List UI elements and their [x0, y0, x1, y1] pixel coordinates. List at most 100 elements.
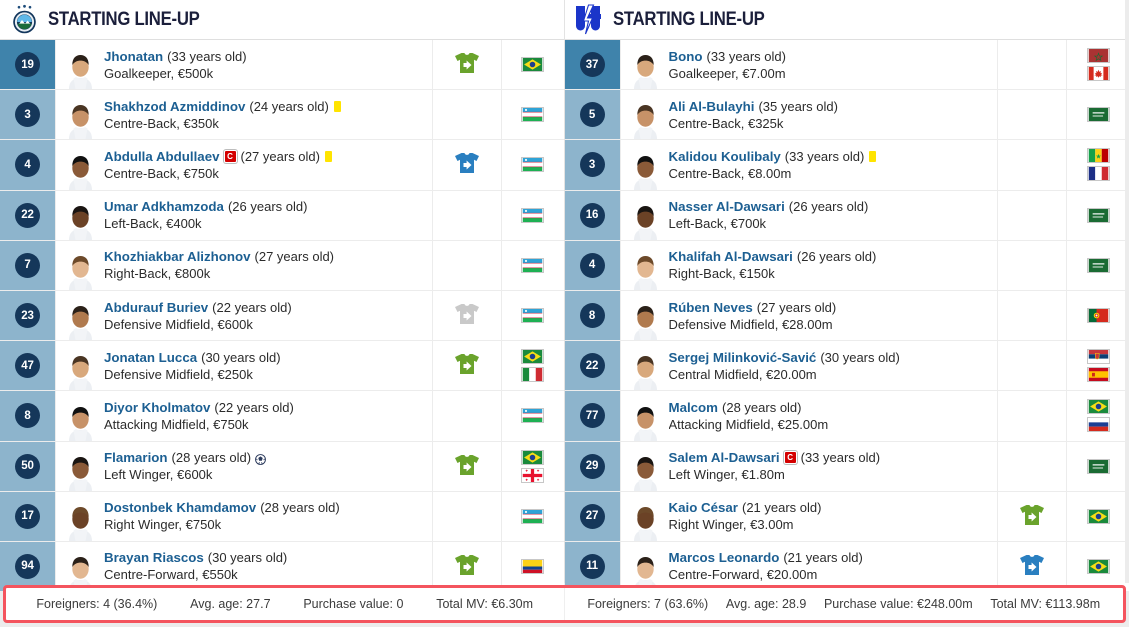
player-name-line: Kaio César (21 years old) — [669, 499, 827, 516]
player-name-link[interactable]: Kaio César — [669, 499, 738, 516]
goal-icon — [255, 452, 266, 466]
player-age: (21 years old) — [741, 500, 822, 516]
substitution-on-icon[interactable] — [454, 454, 480, 479]
player-row[interactable]: 17 Dostonbek Khamdamov (28 years old) Right… — [0, 491, 564, 542]
player-row[interactable]: 3 Shakhzod Azmiddinov (24 years old) Centre… — [0, 90, 564, 141]
player-name-link[interactable]: Abdulla Abdullaev — [104, 148, 220, 165]
home-avg-age: Avg. age: 27.7 — [190, 597, 271, 611]
player-info-cell: Jonatan Lucca (30 years old) Defensive Mid… — [55, 341, 432, 391]
player-info-cell: Kaio César (21 years old) Right Winger, €3… — [619, 491, 998, 541]
player-row[interactable]: 23 Abdurauf Buriev (22 years old) Defensive… — [0, 290, 564, 342]
player-name-link[interactable]: Nasser Al-Dawsari — [669, 198, 785, 215]
player-row[interactable]: 27 Kaio César (21 years old) Right Winger, … — [564, 491, 1129, 542]
flag-canada — [1086, 66, 1110, 82]
player-name-line: Jonatan Lucca (30 years old) — [104, 349, 281, 366]
player-name-link[interactable]: Salem Al-Dawsari — [669, 449, 780, 466]
player-row[interactable]: 22 Sergej Milinković-Savić (30 years old) C… — [564, 341, 1129, 392]
player-name-link[interactable]: Khozhiakbar Alizhonov — [104, 248, 251, 265]
player-name-link[interactable]: Sergej Milinković-Savić — [669, 349, 817, 366]
player-row[interactable]: 5 Ali Al-Bulayhi (35 years old) Centre-Back… — [564, 90, 1129, 141]
player-text: Diyor Kholmatov (22 years old) Attacking M… — [104, 399, 299, 433]
player-row[interactable]: 8 Rúben Neves (27 years old) Defensive Midf… — [564, 290, 1129, 342]
shirt-number-cell: 94 — [0, 541, 55, 592]
player-row[interactable]: 4 Abdulla Abdullaev C (27 years old) Centre-… — [0, 140, 564, 191]
substitution-off-icon[interactable] — [454, 152, 480, 177]
player-name-line: Abdurauf Buriev (22 years old) — [104, 299, 292, 316]
substitution-on-icon[interactable] — [454, 52, 480, 77]
player-portrait — [65, 445, 96, 491]
shirt-number-cell: 3 — [564, 140, 620, 190]
substitution-on-icon[interactable] — [1019, 504, 1045, 529]
player-row[interactable]: 11 Marcos Leonardo (21 years old) Centre-Fo… — [564, 541, 1129, 592]
player-text: Khalifah Al-Dawsari (26 years old) Right-B… — [669, 248, 877, 282]
player-row[interactable]: 19 Jhonatan (33 years old) Goalkeeper, €500… — [0, 40, 564, 91]
player-row[interactable]: 37 Bono (33 years old) Goalkeeper, €7.00m — [564, 40, 1129, 91]
player-text: Salem Al-Dawsari C (33 years old) Left Wing… — [669, 449, 881, 483]
substitution-disabled-icon[interactable] — [454, 303, 480, 328]
player-name-line: Marcos Leonardo (21 years old) — [669, 549, 863, 566]
player-name-link[interactable]: Kalidou Koulibaly — [669, 148, 781, 165]
player-portrait — [629, 244, 661, 290]
player-name-link[interactable]: Abdurauf Buriev — [104, 299, 208, 316]
player-name-link[interactable]: Shakhzod Azmiddinov — [104, 98, 245, 115]
player-row[interactable]: 8 Diyor Kholmatov (22 years old) Attacking … — [0, 391, 564, 442]
player-row[interactable]: 94 Brayan Riascos (30 years old) Centre-For… — [0, 541, 564, 592]
player-age: (27 years old) — [240, 148, 320, 164]
player-age: (24 years old) — [249, 98, 329, 114]
home-lineup-title: STARTING LINE-UP — [48, 8, 200, 30]
player-name-link[interactable]: Rúben Neves — [669, 299, 753, 316]
player-name-link[interactable]: Flamarion — [104, 449, 168, 466]
flag-portugal — [1086, 308, 1110, 324]
away-player-list: 37 Bono (33 years old) Goalkeeper, €7.00m 5 A… — [564, 40, 1129, 592]
shirt-number: 3 — [579, 152, 605, 178]
substitution-off-icon[interactable] — [1019, 554, 1045, 579]
shirt-number: 16 — [579, 202, 605, 228]
player-row[interactable]: 7 Khozhiakbar Alizhonov (27 years old) Righ… — [0, 240, 564, 291]
player-name-link[interactable]: Khalifah Al-Dawsari — [669, 248, 793, 265]
substitution-on-icon[interactable] — [454, 554, 480, 579]
player-row[interactable]: 47 Jonatan Lucca (30 years old) Defensive M… — [0, 341, 564, 392]
player-name-link[interactable]: Dostonbek Khamdamov — [104, 499, 256, 516]
yellow-card-icon — [869, 150, 877, 162]
player-row[interactable]: 29 Salem Al-Dawsari C (33 years old) Left Wi… — [564, 441, 1129, 492]
nationality-cell — [500, 391, 564, 441]
player-name-link[interactable]: Malcom — [669, 399, 719, 416]
substitution-cell — [997, 190, 1066, 240]
player-row[interactable]: 16 Nasser Al-Dawsari (26 years old) Left-Ba… — [564, 190, 1129, 241]
player-row[interactable]: 77 Malcom (28 years old) Attacking Midfield… — [564, 391, 1129, 442]
player-name-line: Ali Al-Bulayhi (35 years old) — [669, 98, 843, 115]
player-age: (33 years old) — [706, 48, 786, 64]
shirt-number: 17 — [15, 503, 40, 529]
substitution-cell — [431, 140, 501, 190]
shirt-number-cell: 17 — [0, 491, 55, 541]
player-position-value: Defensive Midfield, €250k — [104, 366, 253, 382]
player-position-value: Right-Back, €800k — [104, 266, 211, 282]
player-row[interactable]: 3 Kalidou Koulibaly (33 years old) Centre-B… — [564, 140, 1129, 191]
player-age: (33 years old) — [800, 450, 881, 466]
player-age: (26 years old) — [227, 199, 308, 215]
player-name-link[interactable]: Marcos Leonardo — [669, 549, 780, 566]
nationality-cell — [500, 40, 564, 90]
player-name-link[interactable]: Ali Al-Bulayhi — [669, 98, 755, 115]
player-name-link[interactable]: Diyor Kholmatov — [104, 399, 210, 416]
substitution-cell — [997, 441, 1066, 491]
player-name-link[interactable]: Jonatan Lucca — [104, 349, 197, 366]
player-name-link[interactable]: Bono — [669, 48, 703, 65]
shirt-number: 27 — [579, 503, 605, 529]
home-foreigners: Foreigners: 4 (36.4%) — [36, 597, 158, 611]
away-foreigners: Foreigners: 7 (63.6%) — [587, 597, 709, 611]
player-portrait — [629, 295, 661, 341]
player-text: Abdulla Abdullaev C (27 years old) Centre-B… — [104, 148, 332, 182]
player-info-cell: Flamarion (28 years old) Left Winger, €600… — [55, 441, 432, 491]
player-row[interactable]: 50 Flamarion (28 years old) Left Winger, €6… — [0, 441, 564, 492]
player-name-link[interactable]: Umar Adkhamzoda — [104, 198, 224, 215]
shirt-number-cell: 8 — [0, 391, 55, 441]
substitution-on-icon[interactable] — [454, 353, 480, 378]
substitution-cell — [997, 90, 1066, 140]
player-row[interactable]: 22 Umar Adkhamzoda (26 years old) Left-Back… — [0, 190, 564, 241]
player-text: Bono (33 years old) Goalkeeper, €7.00m — [669, 48, 786, 82]
player-name-link[interactable]: Brayan Riascos — [104, 549, 204, 566]
player-name-link[interactable]: Jhonatan — [104, 48, 163, 65]
player-row[interactable]: 4 Khalifah Al-Dawsari (26 years old) Right-… — [564, 240, 1129, 291]
player-info-cell: Ali Al-Bulayhi (35 years old) Centre-Back,… — [619, 90, 998, 140]
